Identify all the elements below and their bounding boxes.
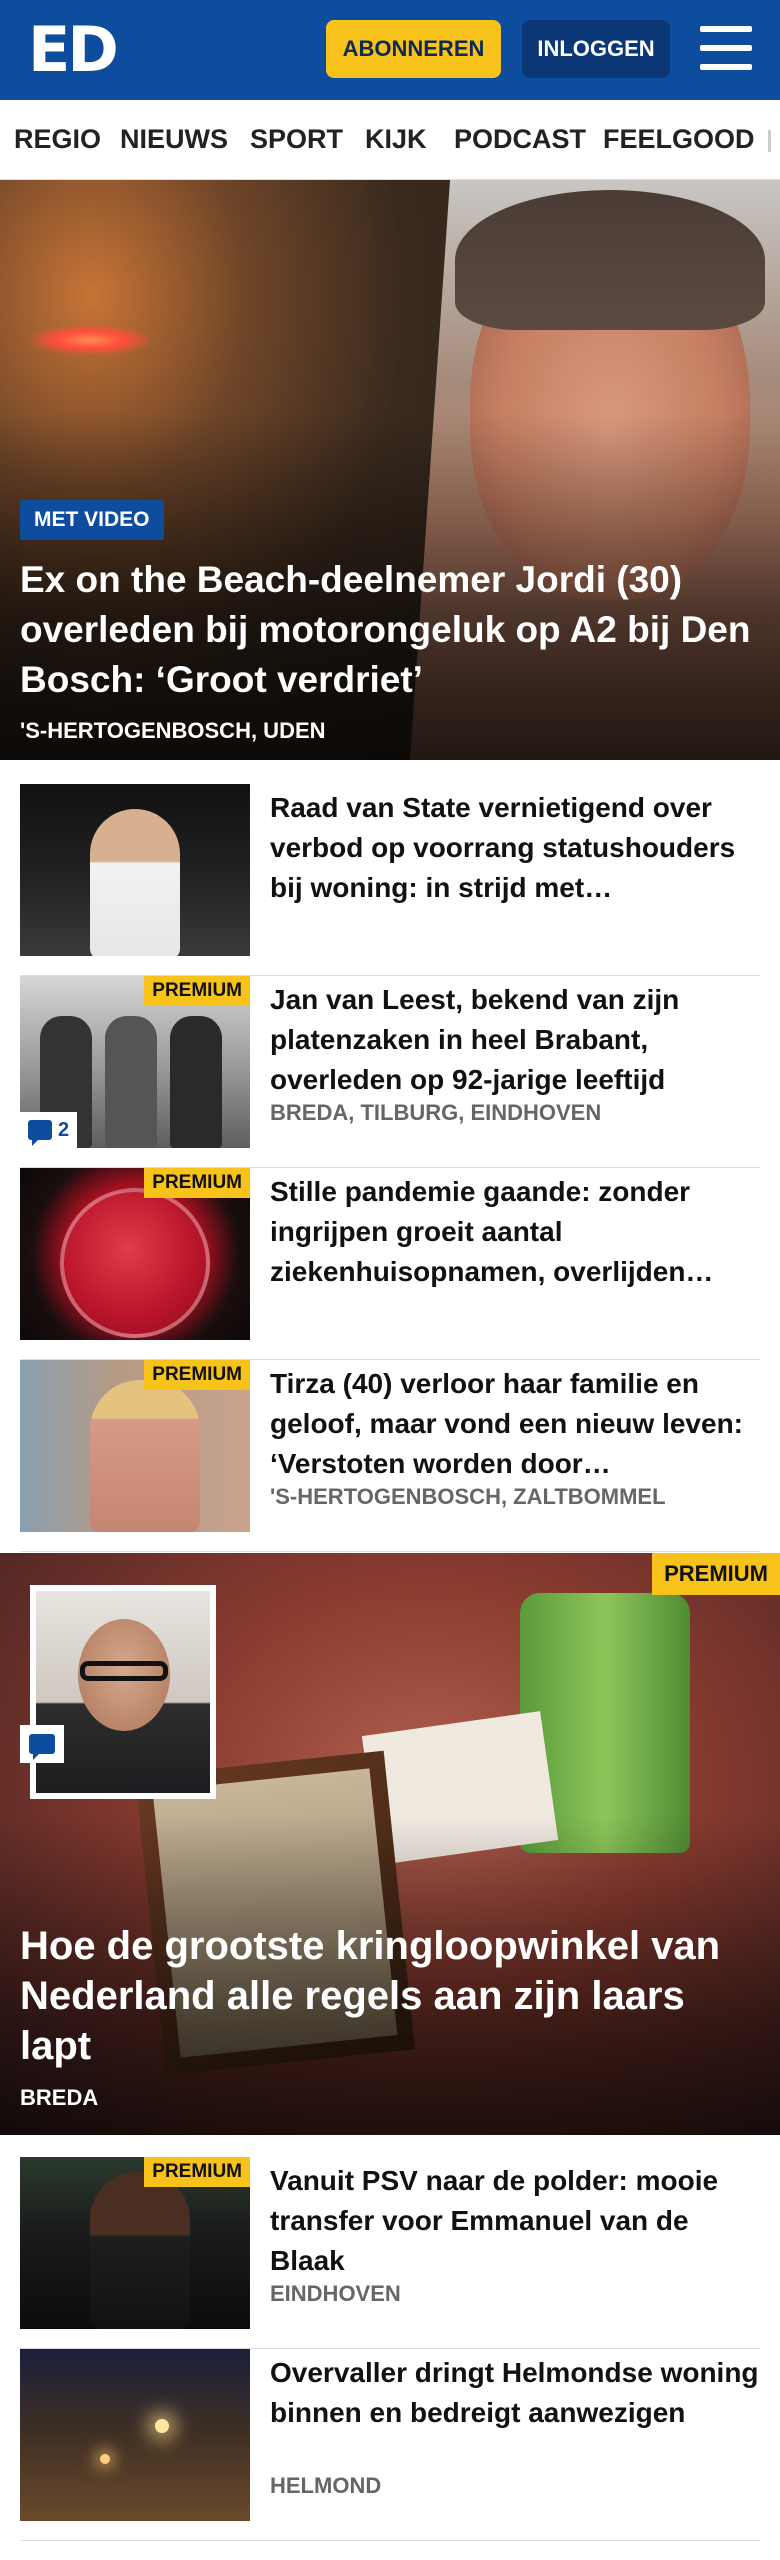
hero-location: 'S-HERTOGENBOSCH, UDEN [20, 718, 326, 743]
article-thumbnail [20, 784, 250, 956]
list-item[interactable]: Raad van State vernietigend over verbod … [20, 784, 760, 976]
list-item[interactable]: PREMIUM 2 Jan van Leest, bekend van zijn… [20, 976, 760, 1168]
article-location: BREDA, TILBURG, EINDHOVEN [270, 1100, 602, 1125]
article-title[interactable]: Tirza (40) verloor haar familie en geloo… [270, 1364, 760, 1484]
article-title[interactable]: Vanuit PSV naar de polder: mooie transfe… [270, 2161, 760, 2281]
hero-headline[interactable]: Ex on the Beach-deelnemer Jordi (30) ove… [20, 555, 760, 705]
premium-badge: PREMIUM [144, 1168, 250, 1198]
article-thumbnail [20, 2349, 250, 2521]
article-title[interactable]: Stille pandemie gaande: zonder ingrijpen… [270, 1172, 760, 1292]
nav-item-kijk[interactable]: KIJK [365, 124, 427, 155]
nav-item-sport[interactable]: SPORT [250, 124, 343, 155]
nav-item-feelgood[interactable]: FEELGOOD [603, 124, 755, 155]
article-thumbnail: PREMIUM 2 [20, 976, 250, 1148]
comment-count-value: 2 [58, 1118, 70, 1141]
premium-badge: PREMIUM [144, 976, 250, 1006]
list-item[interactable]: PREMIUM Tirza (40) verloor haar familie … [20, 1360, 760, 1552]
nav-overflow-indicator [768, 130, 771, 152]
menu-icon[interactable] [700, 26, 752, 70]
nav-item-regio[interactable]: REGIO [14, 124, 101, 155]
list-item[interactable]: PREMIUM Vanuit PSV naar de polder: mooie… [20, 2157, 760, 2349]
site-logo[interactable]: ED [28, 19, 119, 81]
nav-item-podcast[interactable]: PODCAST [454, 124, 586, 155]
article-title[interactable]: Jan van Leest, bekend van zijn platenzak… [270, 980, 760, 1100]
article-thumbnail: PREMIUM [20, 1168, 250, 1340]
premium-badge: PREMIUM [144, 2157, 250, 2187]
hero-article[interactable]: MET VIDEO Ex on the Beach-deelnemer Jord… [0, 180, 780, 760]
video-badge: MET VIDEO [20, 500, 164, 540]
premium-badge: PREMIUM [652, 1553, 780, 1595]
list-item[interactable]: PREMIUM Stille pandemie gaande: zonder i… [20, 1168, 760, 1360]
premium-badge: PREMIUM [144, 1360, 250, 1390]
article-thumbnail: PREMIUM [20, 1360, 250, 1532]
section-nav: REGIO NIEUWS SPORT KIJK PODCAST FEELGOOD [0, 100, 780, 180]
comment-icon [28, 1120, 52, 1146]
subscribe-button[interactable]: ABONNEREN [326, 20, 501, 78]
article-title[interactable]: Raad van State vernietigend over verbod … [270, 788, 760, 908]
nav-item-nieuws[interactable]: NIEUWS [120, 124, 228, 155]
author-portrait [30, 1585, 216, 1799]
article-thumbnail: PREMIUM [20, 2157, 250, 2329]
feature-headline[interactable]: Hoe de grootste kringloopwinkel van Nede… [20, 1921, 760, 2071]
list-item[interactable]: Overvaller dringt Helmondse woning binne… [20, 2349, 760, 2541]
article-location: HELMOND [270, 2473, 382, 2498]
comment-count[interactable]: 2 [20, 1112, 78, 1148]
article-location: 'S-HERTOGENBOSCH, ZALTBOMMEL [270, 1484, 666, 1509]
login-button[interactable]: INLOGGEN [522, 20, 670, 78]
feature-location: BREDA [20, 2085, 99, 2110]
article-title[interactable]: Overvaller dringt Helmondse woning binne… [270, 2353, 760, 2433]
comment-icon[interactable] [20, 1725, 64, 1763]
article-location: EINDHOVEN [270, 2281, 401, 2306]
feature-article[interactable]: PREMIUM Hoe de grootste kringloopwinkel … [0, 1553, 780, 2135]
site-header: ED ABONNEREN INLOGGEN [0, 0, 780, 100]
